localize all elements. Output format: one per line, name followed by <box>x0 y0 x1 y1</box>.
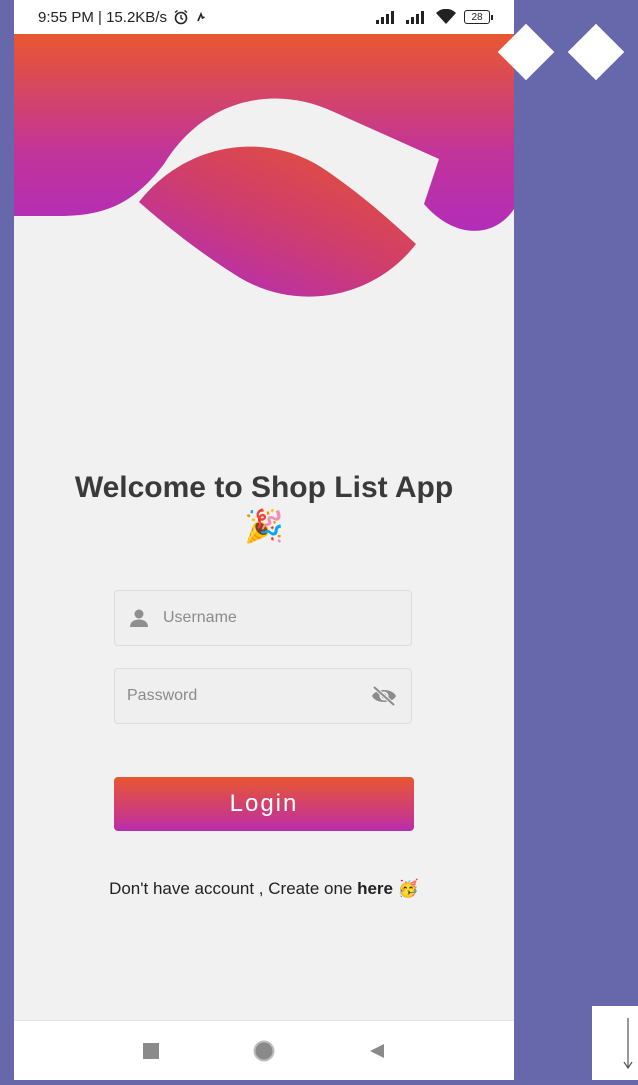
welcome-heading: Welcome to Shop List App 🎉 <box>14 468 514 544</box>
android-nav-bar <box>14 1020 514 1080</box>
alarm-icon <box>174 9 188 25</box>
activity-icon <box>197 11 205 22</box>
welcome-title: Welcome to Shop List App <box>74 471 454 504</box>
username-input[interactable] <box>161 590 411 646</box>
arrow-down-icon <box>623 1018 633 1070</box>
header-gradient-art <box>14 34 514 297</box>
party-face-emoji: 🥳 <box>397 879 419 898</box>
back-button[interactable] <box>362 1036 392 1066</box>
password-field[interactable] <box>114 668 412 724</box>
status-left: 9:55 PM | 15.2KB/s <box>38 9 207 26</box>
status-bar: 9:55 PM | 15.2KB/s 28 <box>14 0 514 34</box>
battery-icon: 28 <box>464 10 493 24</box>
wifi-icon <box>436 9 456 24</box>
password-input[interactable] <box>125 668 371 724</box>
party-popper-emoji: 🎉 <box>244 508 284 544</box>
scroll-down-indicator[interactable] <box>592 1006 638 1080</box>
signup-here-link[interactable]: here <box>357 879 393 898</box>
battery-level: 28 <box>471 12 483 23</box>
back-triangle-icon <box>370 1043 385 1058</box>
signal-icon-2 <box>406 11 424 24</box>
signup-text: Don't have account , Create one <box>109 879 358 898</box>
square-icon <box>142 1042 159 1059</box>
status-time: 9:55 PM | 15.2KB/s <box>38 8 167 26</box>
signup-prompt: Don't have account , Create one here 🥳 <box>14 879 514 899</box>
user-icon <box>130 609 148 627</box>
diamond-decoration-2 <box>567 23 625 81</box>
username-field[interactable] <box>114 590 412 646</box>
status-right: 28 <box>376 9 493 25</box>
circle-icon <box>253 1040 275 1061</box>
home-button[interactable] <box>249 1036 279 1066</box>
login-button[interactable]: Login <box>114 777 414 831</box>
phone-screen: 9:55 PM | 15.2KB/s 28 Welcome to Shop Li… <box>14 0 514 1080</box>
recents-button[interactable] <box>136 1036 166 1066</box>
eye-off-icon[interactable] <box>371 685 397 707</box>
signal-icon <box>376 11 394 24</box>
